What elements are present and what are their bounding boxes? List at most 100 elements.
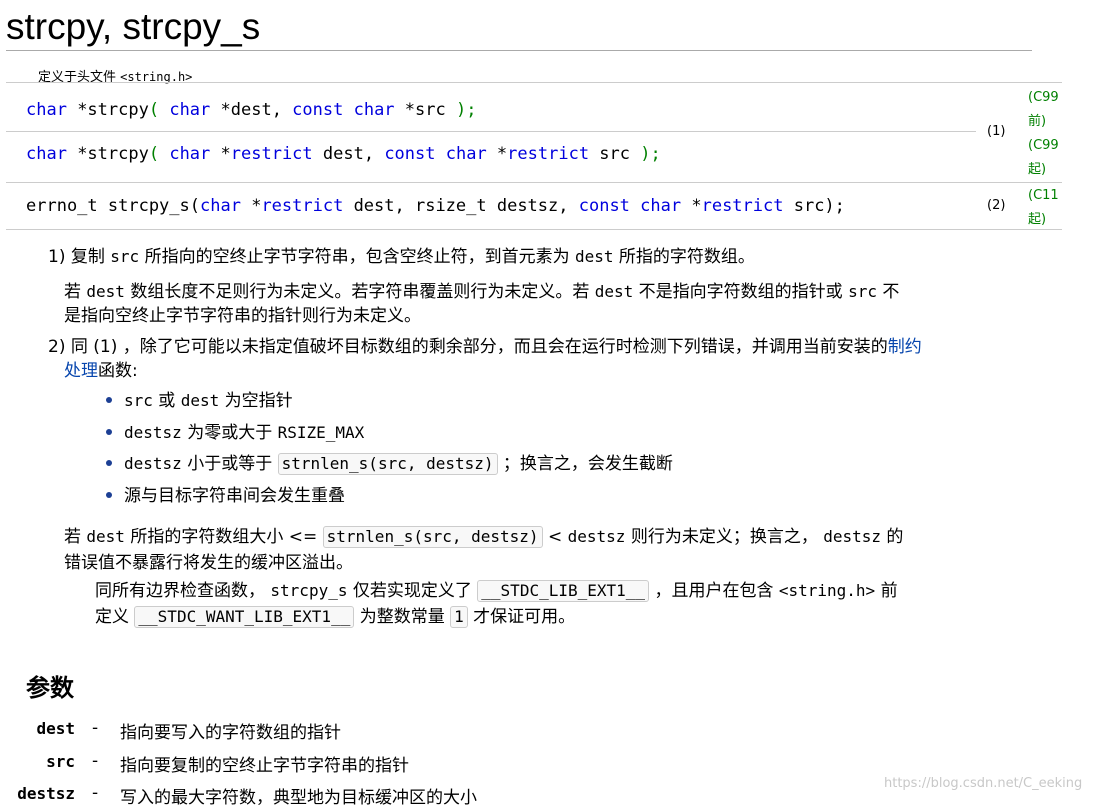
text: 仅若实现定义了 xyxy=(347,581,478,601)
desc-paragraph-3-cont: 处理函数: xyxy=(64,359,138,383)
text: 不 xyxy=(877,282,900,302)
text: 1) 复制 xyxy=(48,247,111,267)
divider xyxy=(6,229,1062,230)
overload-mark-2: (2) xyxy=(987,198,1006,213)
param-dash: - xyxy=(92,783,99,803)
text: 为空指针 xyxy=(219,391,293,411)
overload-mark-1: (1) xyxy=(987,124,1006,139)
desc-paragraph-5: 同所有边界检查函数， strcpy_s 仅若实现定义了 __STDC_LIB_E… xyxy=(95,579,898,603)
text: 不是指向字符数组的指针或 xyxy=(633,282,849,302)
code-inline: dest xyxy=(86,282,125,301)
param-desc: 指向要写入的字符数组的指针 xyxy=(120,723,341,743)
code-inline: dest xyxy=(180,391,220,410)
text: ；换言之，会发生截断 xyxy=(497,454,673,474)
text: 所指的字符数组大小 <= xyxy=(124,527,323,547)
code: src); xyxy=(783,196,845,216)
code-inline: dest xyxy=(594,282,634,301)
text: 才保证可用。 xyxy=(467,607,576,627)
code-box: strnlen_s(src, destsz) xyxy=(277,453,498,475)
param-dash: - xyxy=(92,751,99,771)
std-text: 起) xyxy=(1028,212,1047,227)
code-inline: destsz xyxy=(124,454,182,473)
kw: restrict xyxy=(230,144,313,164)
punct: ( xyxy=(148,144,160,164)
code-inline: strcpy_s xyxy=(270,581,348,600)
text: 2) 同 (1) ，除了它可能以未指定值破坏目标数组的剩余部分，而且会在运行时检… xyxy=(48,337,888,357)
text: 为整数常量 xyxy=(354,607,451,627)
text: 数组长度不足则行为未定义。若字符串覆盖则行为未定义。若 xyxy=(124,282,595,302)
bullet-icon xyxy=(106,460,112,466)
code-inline: destsz xyxy=(823,527,882,546)
divider xyxy=(6,131,976,132)
error-list-item: 源与目标字符串间会发生重叠 xyxy=(106,484,345,508)
code-inline: <string.h> xyxy=(778,581,876,600)
code: * xyxy=(210,144,231,164)
kw: restrict xyxy=(701,196,784,216)
code-box: __STDC_WANT_LIB_EXT1__ xyxy=(134,606,355,628)
desc-paragraph-5-cont: 定义 __STDC_WANT_LIB_EXT1__ 为整数常量 1 才保证可用。 xyxy=(95,605,575,629)
code: *src xyxy=(394,100,456,120)
bullet-icon xyxy=(106,492,112,498)
punct: ); xyxy=(455,100,477,120)
kw: char xyxy=(343,100,395,120)
code-inline: dest xyxy=(574,247,614,266)
std-text: 起) xyxy=(1028,162,1047,177)
desc-paragraph-3: 2) 同 (1) ，除了它可能以未指定值破坏目标数组的剩余部分，而且会在运行时检… xyxy=(48,335,922,359)
page-title: strcpy, strcpy_s xyxy=(6,4,1032,51)
error-list-item: destsz 小于或等于 strnlen_s(src, destsz) ；换言之… xyxy=(106,452,673,476)
code-inline: src xyxy=(110,247,140,266)
watermark: https://blog.csdn.net/C_eeking xyxy=(884,776,1083,791)
code-inline: RSIZE_MAX xyxy=(277,423,365,442)
code-inline: destsz xyxy=(124,423,182,442)
punct: ( xyxy=(148,100,160,120)
std-text: (C11 xyxy=(1028,188,1059,203)
std-text: (C99 xyxy=(1028,138,1059,153)
kw: const xyxy=(578,196,630,216)
param-dash: - xyxy=(92,718,99,738)
text: 函数: xyxy=(98,361,138,381)
text: 若 xyxy=(64,282,87,302)
text: 则行为未定义；换言之， xyxy=(625,527,824,547)
decl-strcpy-c89: char *strcpy( char *dest, const char *sr… xyxy=(26,100,476,120)
std-text: 前) xyxy=(1028,114,1047,129)
std-badge-c11-since: (C11 起) xyxy=(1028,184,1059,232)
desc-paragraph-4-cont: 错误值不暴露行将发生的缓冲区溢出。 xyxy=(64,553,353,573)
code-inline: src xyxy=(848,282,877,301)
text: 源与目标字符串间会发生重叠 xyxy=(124,486,345,506)
std-badge-c99-before: (C99 前) xyxy=(1028,86,1059,134)
code: *strcpy xyxy=(66,144,149,164)
decl-strcpy-s: errno_t strcpy_s(char *restrict dest, rs… xyxy=(26,196,845,216)
code-inline: dest xyxy=(86,527,125,546)
param-name: src xyxy=(46,752,75,771)
desc-paragraph-2: 若 dest 数组长度不足则行为未定义。若字符串覆盖则行为未定义。若 dest … xyxy=(64,280,899,304)
text: 为零或大于 xyxy=(181,423,278,443)
constraint-handler-link-cont[interactable]: 处理 xyxy=(64,361,98,381)
text: 或 xyxy=(152,391,181,411)
code-inline: src xyxy=(124,391,153,410)
decl-strcpy-c99: char *strcpy( char *restrict dest, const… xyxy=(26,144,661,164)
kw: char xyxy=(26,100,67,120)
text: < xyxy=(542,527,568,547)
param-name: dest xyxy=(36,719,75,738)
code: * xyxy=(681,196,702,216)
kw: const xyxy=(384,144,436,164)
code: * xyxy=(240,196,262,216)
code: *strcpy xyxy=(66,100,149,120)
param-name: destsz xyxy=(17,784,75,803)
divider xyxy=(6,182,1062,183)
std-text: (C99 xyxy=(1028,90,1059,105)
code-inline: destsz xyxy=(567,527,626,546)
text: 小于或等于 xyxy=(181,454,278,474)
kw: char xyxy=(159,100,211,120)
code: * xyxy=(486,144,508,164)
desc-paragraph-1: 1) 复制 src 所指向的空终止字节字符串，包含空终止符，到首元素为 dest… xyxy=(48,245,755,269)
kw: char xyxy=(629,196,682,216)
kw: restrict xyxy=(507,144,590,164)
constraint-handler-link[interactable]: 制约 xyxy=(888,337,922,357)
text: 同所有边界检查函数， xyxy=(95,581,271,601)
kw: char xyxy=(200,196,241,216)
text: 所指向的空终止字节字符串，包含空终止符，到首元素为 xyxy=(139,247,575,267)
text: 若 xyxy=(64,527,87,547)
code: dest, rsize_t destsz, xyxy=(343,196,579,216)
kw: const xyxy=(292,100,344,120)
